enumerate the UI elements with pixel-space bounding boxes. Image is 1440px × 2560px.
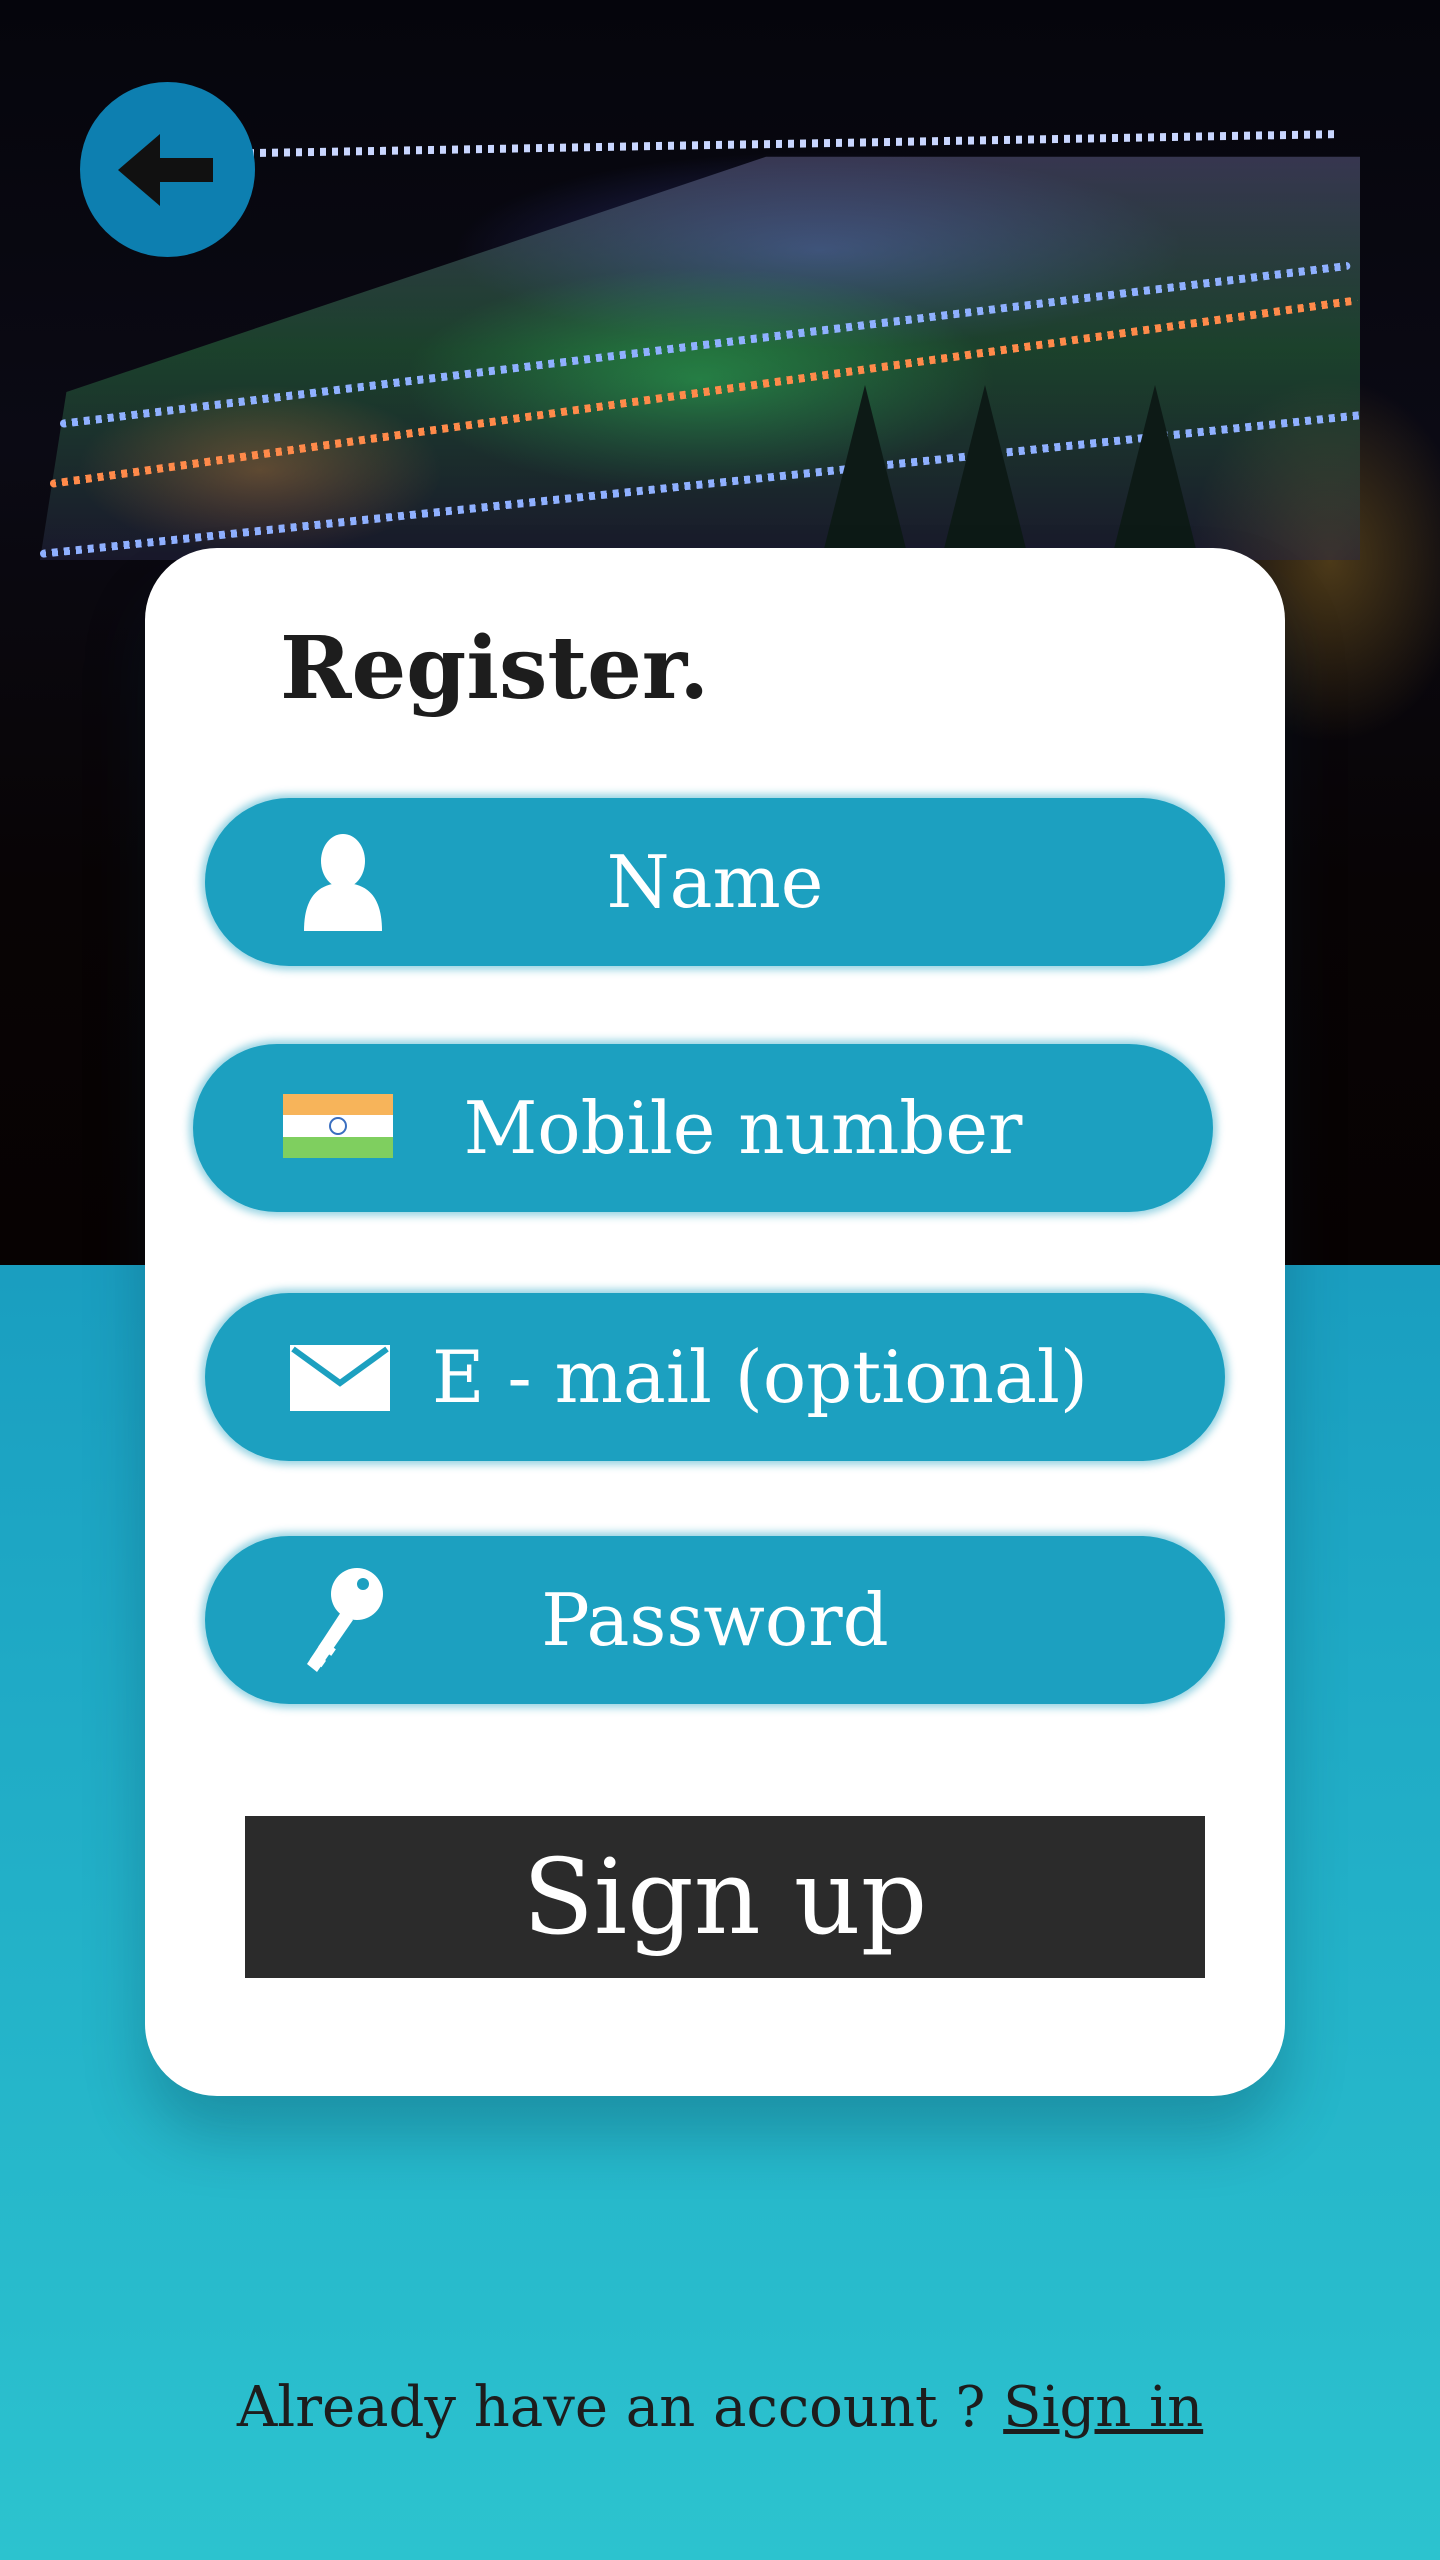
mobile-number-field[interactable]: Mobile number bbox=[193, 1044, 1213, 1212]
tree-silhouette bbox=[820, 385, 910, 565]
tree-silhouette bbox=[940, 385, 1030, 565]
name-field-placeholder: Name bbox=[606, 840, 824, 924]
sign-in-link[interactable]: Sign in bbox=[1003, 2375, 1203, 2440]
mobile-number-field-placeholder: Mobile number bbox=[463, 1086, 1023, 1170]
sign-in-prompt: Already have an account ? Sign in bbox=[0, 2375, 1440, 2440]
password-field-placeholder: Password bbox=[541, 1578, 889, 1662]
page-title: Register. bbox=[280, 618, 710, 719]
sign-up-button[interactable]: Sign up bbox=[245, 1816, 1205, 1978]
light-strip bbox=[199, 130, 1340, 158]
sign-in-prompt-text: Already have an account ? bbox=[236, 2375, 986, 2440]
email-field[interactable]: E - mail (optional) bbox=[205, 1293, 1225, 1461]
email-field-placeholder: E - mail (optional) bbox=[431, 1335, 1089, 1419]
back-button[interactable] bbox=[80, 82, 255, 257]
tree-silhouette bbox=[1110, 385, 1200, 565]
back-arrow-icon bbox=[117, 133, 213, 206]
register-card: Register. Name Mobile number E - mail (o… bbox=[145, 548, 1285, 2096]
name-field[interactable]: Name bbox=[205, 798, 1225, 966]
password-field[interactable]: Password bbox=[205, 1536, 1225, 1704]
